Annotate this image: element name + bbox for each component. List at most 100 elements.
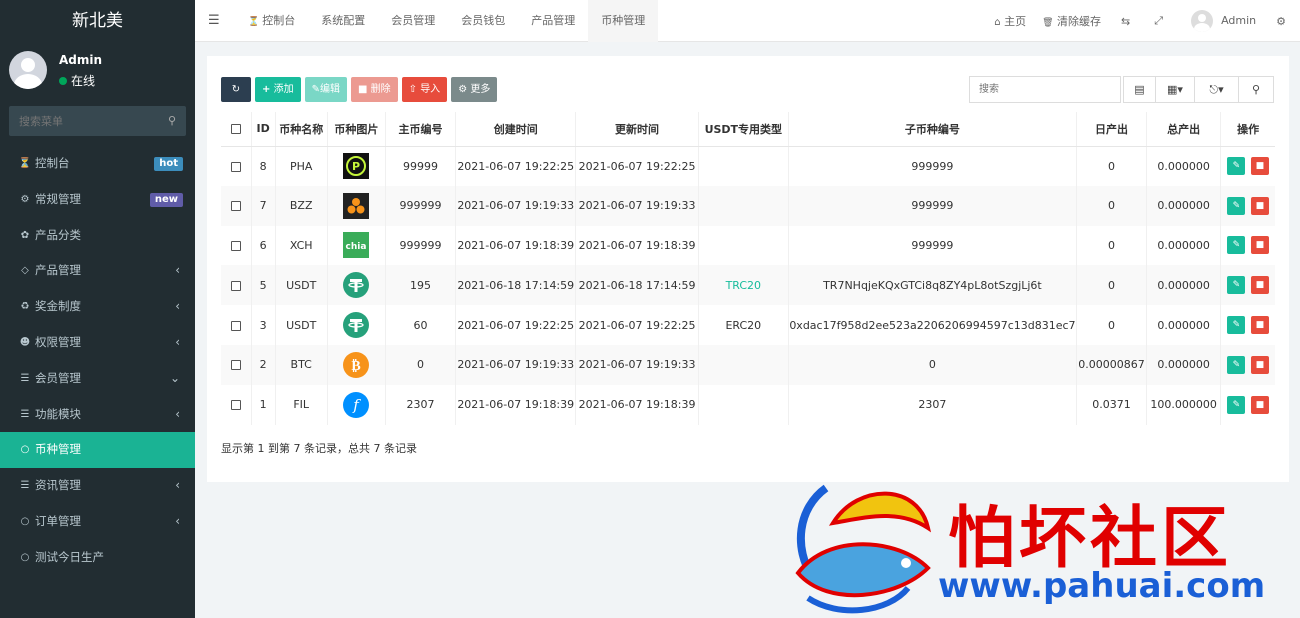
tab-5[interactable]: 币种管理 — [588, 0, 659, 42]
pha-coin-icon[interactable]: P — [343, 153, 370, 180]
tether-coin-icon[interactable] — [343, 272, 370, 299]
row-delete-button[interactable]: ■ — [1250, 276, 1269, 295]
column-header[interactable]: ID — [251, 112, 276, 147]
sidebar-item-3[interactable]: ◇ 产品管理 ‹ — [0, 253, 195, 289]
pencil-icon: ✎ — [1232, 240, 1241, 251]
search-toggle-button[interactable]: ⚲ — [1238, 76, 1274, 103]
column-header[interactable]: USDT专用类型 — [698, 112, 789, 147]
chia-coin-icon[interactable]: chia — [343, 232, 370, 259]
row-checkbox[interactable] — [230, 400, 241, 411]
settings-gear-icon[interactable]: ⚙ — [1268, 15, 1300, 28]
fullscreen-icon[interactable]: ⤢ — [1142, 14, 1175, 28]
row-delete-button[interactable]: ■ — [1250, 355, 1269, 374]
row-edit-button[interactable]: ✎ — [1227, 196, 1246, 215]
table-row[interactable]: 1 FIL f 2307 2021-06-07 19:18:39 2021-06-07 1… — [221, 384, 1275, 425]
add-button[interactable]: + 添加 — [255, 77, 301, 102]
row-delete-button[interactable]: ■ — [1250, 236, 1269, 255]
dashboard-icon: ⏳ — [248, 17, 260, 27]
import-button[interactable]: ⇧ 导入 — [401, 77, 448, 102]
tether-coin-icon[interactable] — [343, 312, 370, 339]
column-header[interactable]: 主币编号 — [385, 112, 457, 147]
list-icon: ☰ — [20, 408, 30, 420]
row-edit-button[interactable]: ✎ — [1227, 355, 1246, 374]
menu-toggle-icon[interactable]: ☰ — [208, 13, 220, 28]
row-checkbox[interactable] — [230, 360, 241, 371]
tab-3[interactable]: 会员钱包 — [448, 0, 518, 42]
sidebar-item-label: 权限管理 — [35, 334, 81, 349]
row-delete-button[interactable]: ■ — [1250, 157, 1269, 176]
sidebar-item-9[interactable]: ☰ 资讯管理 ‹ — [0, 468, 195, 504]
more-button[interactable]: ⚙ 更多 — [451, 77, 498, 102]
table-row[interactable]: 7 BZZ 999999 2021-06-07 19:19:33 2021-06-07 … — [221, 185, 1275, 226]
menu-search-input[interactable] — [9, 106, 159, 136]
toggle-view-button[interactable]: ▤ — [1123, 76, 1156, 103]
table-row[interactable]: 8 PHA P 99999 2021-06-07 19:22:25 2021-06-07 … — [221, 146, 1275, 186]
filecoin-coin-icon[interactable]: f — [343, 391, 370, 418]
more-label: 更多 — [470, 84, 491, 95]
column-header[interactable]: 更新时间 — [575, 112, 699, 147]
export-button[interactable]: ⎋▾ — [1194, 76, 1239, 103]
cell-name: USDT — [275, 305, 328, 345]
column-header[interactable]: 操作 — [1220, 112, 1275, 147]
edit-button[interactable]: ✎编辑 — [304, 77, 347, 102]
tab-1[interactable]: 系统配置 — [308, 0, 378, 42]
sidebar-item-1[interactable]: ⚙ 常规管理 new — [0, 182, 195, 218]
table-row[interactable]: 6 XCH chia 999999 2021-06-07 19:18:39 2021-06… — [221, 225, 1275, 266]
column-header[interactable]: 币种名称 — [275, 112, 328, 147]
row-edit-button[interactable]: ✎ — [1227, 316, 1246, 335]
sidebar-item-2[interactable]: ✿ 产品分类 — [0, 218, 195, 254]
cell-sub-no: 0xdac17f958d2ee523a2206206994597c13d831e… — [788, 305, 1077, 345]
row-delete-button[interactable]: ■ — [1250, 395, 1269, 414]
table-search-input[interactable] — [969, 76, 1121, 103]
sidebar-item-5[interactable]: ☻ 权限管理 ‹ — [0, 325, 195, 361]
column-header[interactable]: 币种图片 — [327, 112, 386, 147]
table-row[interactable]: 3 USDT 60 2021-06-07 19:22:25 2021-06-07 19:… — [221, 305, 1275, 345]
bitcoin-coin-icon[interactable]: ₿ — [343, 351, 370, 378]
translate-button[interactable]: ⇆ — [1109, 15, 1142, 28]
refresh-button[interactable]: ↻ — [221, 77, 251, 102]
sidebar-item-8[interactable]: ○ 币种管理 — [0, 432, 195, 469]
table-row[interactable]: 2 BTC ₿ 0 2021-06-07 19:19:33 2021-06-07 19:1… — [221, 344, 1275, 385]
home-link[interactable]: ⌂ 主页 — [986, 13, 1034, 29]
sidebar-item-7[interactable]: ☰ 功能模块 ‹ — [0, 397, 195, 433]
column-header[interactable]: 创建时间 — [455, 112, 577, 147]
column-header[interactable]: 子币种编号 — [788, 112, 1077, 147]
row-delete-button[interactable]: ■ — [1250, 316, 1269, 335]
row-checkbox[interactable] — [230, 240, 241, 251]
row-edit-button[interactable]: ✎ — [1227, 236, 1246, 255]
admin-menu[interactable]: Admin — [1175, 10, 1268, 32]
edit-label: 编辑 — [319, 84, 340, 95]
tab-4[interactable]: 产品管理 — [518, 0, 588, 42]
row-edit-button[interactable]: ✎ — [1227, 276, 1246, 295]
table-row[interactable]: 5 USDT 195 2021-06-18 17:14:59 2021-06-18 17… — [221, 265, 1275, 306]
cell-image — [327, 305, 386, 345]
refresh-icon: ↻ — [231, 84, 241, 95]
row-edit-button[interactable]: ✎ — [1227, 395, 1246, 414]
column-header[interactable]: 日产出 — [1076, 112, 1148, 147]
sidebar-item-10[interactable]: ○ 订单管理 ‹ — [0, 504, 195, 540]
sidebar-item-6[interactable]: ☰ 会员管理 ⌄ — [0, 361, 195, 397]
sidebar-item-11[interactable]: ○ 测试今日生产 — [0, 540, 195, 576]
row-checkbox[interactable] — [230, 161, 241, 172]
tab-0[interactable]: ⏳ 控制台 — [235, 0, 308, 42]
brand-logo[interactable]: 新北美 — [0, 0, 195, 42]
bzz-coin-icon[interactable] — [343, 192, 370, 219]
sidebar-item-0[interactable]: ⏳ 控制台 hot — [0, 146, 195, 182]
sidebar-item-4[interactable]: ♻ 奖金制度 ‹ — [0, 289, 195, 325]
sidebar-item-label: 奖金制度 — [35, 299, 81, 314]
row-edit-button[interactable]: ✎ — [1227, 157, 1246, 176]
search-icon[interactable]: ⚲ — [168, 114, 176, 127]
select-all-checkbox[interactable] — [230, 124, 241, 135]
clear-cache-link[interactable]: 🗑 清除缓存 — [1034, 13, 1109, 29]
cell-id: 8 — [251, 146, 276, 186]
caret-icon: ‹ — [175, 513, 180, 528]
row-checkbox[interactable] — [230, 280, 241, 291]
row-checkbox[interactable] — [230, 320, 241, 331]
row-checkbox[interactable] — [230, 201, 241, 212]
tab-2[interactable]: 会员管理 — [378, 0, 448, 42]
row-delete-button[interactable]: ■ — [1250, 196, 1269, 215]
delete-button[interactable]: ■ 删除 — [350, 77, 398, 102]
tab-label: 会员管理 — [391, 14, 436, 27]
columns-button[interactable]: ▦▾ — [1155, 76, 1195, 103]
column-header[interactable]: 总产出 — [1146, 112, 1222, 147]
